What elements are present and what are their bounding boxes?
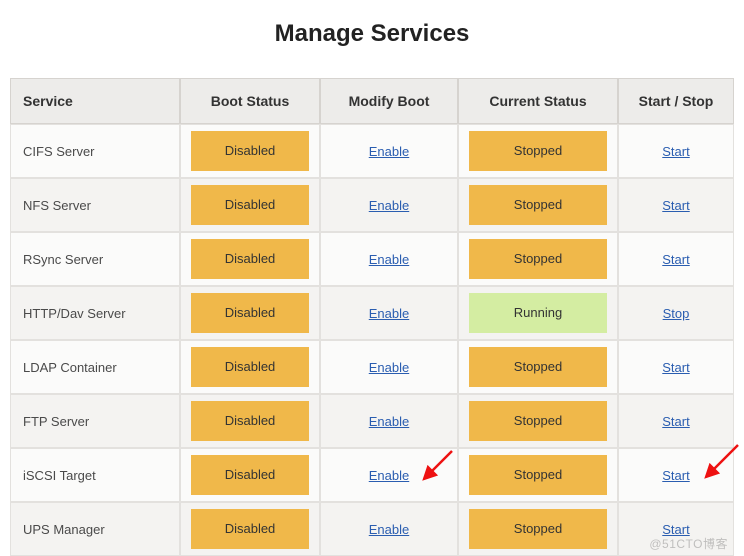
table-row: LDAP Container Disabled Enable Stopped Start (10, 340, 734, 394)
table-row: FTP Server Disabled Enable Stopped Start (10, 394, 734, 448)
table-row: iSCSI Target Disabled Enable Stopped Start (10, 448, 734, 502)
stop-link[interactable]: Stop (663, 306, 690, 321)
start-link[interactable]: Start (662, 468, 689, 483)
start-stop-cell: Start (618, 340, 734, 394)
start-link[interactable]: Start (662, 198, 689, 213)
enable-link[interactable]: Enable (369, 306, 409, 321)
start-link[interactable]: Start (662, 360, 689, 375)
boot-status: Disabled (180, 394, 320, 448)
service-name: UPS Manager (10, 502, 180, 556)
col-boot-status: Boot Status (180, 78, 320, 124)
enable-link[interactable]: Enable (369, 360, 409, 375)
status-badge: Running (469, 293, 607, 333)
current-status: Stopped (458, 124, 618, 178)
service-name: FTP Server (10, 394, 180, 448)
modify-boot-cell: Enable (320, 286, 458, 340)
table-row: UPS ManagerDisabledEnableStoppedStart (10, 502, 734, 556)
enable-link[interactable]: Enable (369, 468, 409, 483)
status-badge: Stopped (469, 131, 607, 171)
modify-boot-cell: Enable (320, 394, 458, 448)
service-name: NFS Server (10, 178, 180, 232)
table-row: CIFS Server Disabled Enable Stopped Start (10, 124, 734, 178)
current-status: Stopped (458, 394, 618, 448)
modify-boot-cell: Enable (320, 448, 458, 502)
table-header-row: Service Boot Status Modify Boot Current … (10, 78, 734, 124)
service-name: RSync Server (10, 232, 180, 286)
col-modify-boot: Modify Boot (320, 78, 458, 124)
service-name: LDAP Container (10, 340, 180, 394)
status-badge: Disabled (191, 401, 309, 441)
service-name: HTTP/Dav Server (10, 286, 180, 340)
start-stop-cell: Stop (618, 286, 734, 340)
status-badge: Disabled (191, 131, 309, 171)
start-stop-cell: Start (618, 448, 734, 502)
modify-boot-cell: Enable (320, 502, 458, 556)
table-row: RSync Server Disabled Enable Stopped Start (10, 232, 734, 286)
modify-boot-cell: Enable (320, 124, 458, 178)
boot-status: Disabled (180, 286, 320, 340)
modify-boot-cell: Enable (320, 178, 458, 232)
services-table: Service Boot Status Modify Boot Current … (10, 78, 734, 556)
start-link[interactable]: Start (662, 144, 689, 159)
col-service: Service (10, 78, 180, 124)
start-stop-cell: Start (618, 178, 734, 232)
status-badge: Stopped (469, 185, 607, 225)
current-status: Stopped (458, 340, 618, 394)
status-badge: Disabled (191, 509, 309, 549)
status-badge: Disabled (191, 455, 309, 495)
enable-link[interactable]: Enable (369, 144, 409, 159)
modify-boot-cell: Enable (320, 232, 458, 286)
status-badge: Disabled (191, 293, 309, 333)
col-start-stop: Start / Stop (618, 78, 734, 124)
start-link[interactable]: Start (662, 252, 689, 267)
page-title: Manage Services (10, 20, 734, 48)
current-status: Stopped (458, 502, 618, 556)
status-badge: Disabled (191, 239, 309, 279)
enable-link[interactable]: Enable (369, 414, 409, 429)
table-row: NFS Server Disabled Enable Stopped Start (10, 178, 734, 232)
boot-status: Disabled (180, 448, 320, 502)
service-name: iSCSI Target (10, 448, 180, 502)
boot-status: Disabled (180, 124, 320, 178)
enable-link[interactable]: Enable (369, 198, 409, 213)
enable-link[interactable]: Enable (369, 522, 409, 537)
status-badge: Stopped (469, 347, 607, 387)
status-badge: Disabled (191, 347, 309, 387)
current-status: Stopped (458, 448, 618, 502)
status-badge: Stopped (469, 239, 607, 279)
boot-status: Disabled (180, 232, 320, 286)
modify-boot-cell: Enable (320, 340, 458, 394)
start-stop-cell: Start (618, 124, 734, 178)
start-link[interactable]: Start (662, 414, 689, 429)
status-badge: Disabled (191, 185, 309, 225)
enable-link[interactable]: Enable (369, 252, 409, 267)
status-badge: Stopped (469, 509, 607, 549)
current-status: Running (458, 286, 618, 340)
status-badge: Stopped (469, 455, 607, 495)
current-status: Stopped (458, 178, 618, 232)
table-row: HTTP/Dav Server Disabled Enable Running Stop (10, 286, 734, 340)
boot-status: Disabled (180, 178, 320, 232)
status-badge: Stopped (469, 401, 607, 441)
boot-status: Disabled (180, 340, 320, 394)
start-stop-cell: Start (618, 232, 734, 286)
service-name: CIFS Server (10, 124, 180, 178)
start-stop-cell: Start (618, 394, 734, 448)
boot-status: Disabled (180, 502, 320, 556)
current-status: Stopped (458, 232, 618, 286)
col-current-status: Current Status (458, 78, 618, 124)
watermark: @51CTO博客 (649, 535, 728, 552)
